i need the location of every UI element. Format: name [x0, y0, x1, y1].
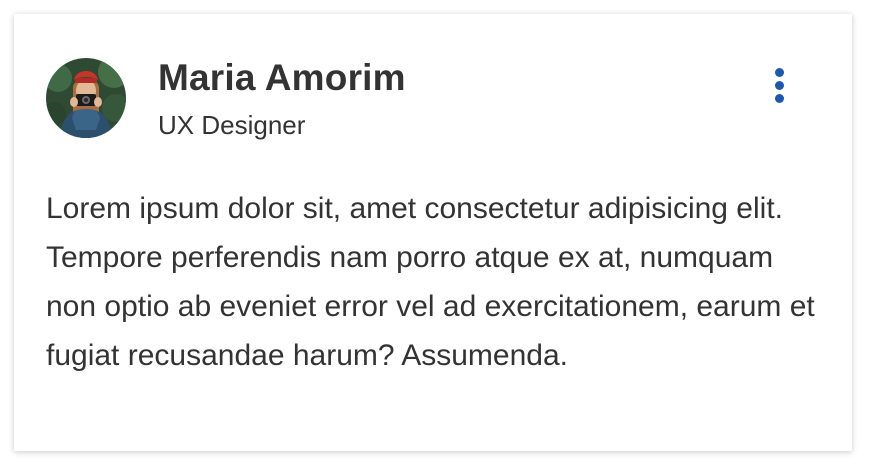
more-vertical-icon	[775, 68, 784, 77]
more-vertical-icon	[775, 94, 784, 103]
profile-card: Maria Amorim UX Designer Lorem ipsum dol…	[14, 14, 852, 451]
profile-name: Maria Amorim	[158, 57, 406, 98]
avatar	[46, 58, 126, 138]
avatar-photo	[46, 58, 126, 138]
profile-role: UX Designer	[158, 110, 306, 140]
more-vertical-icon	[775, 81, 784, 90]
post-body-text: Lorem ipsum dolor sit, amet consectetur …	[46, 192, 815, 372]
more-options-button[interactable]	[766, 64, 794, 108]
